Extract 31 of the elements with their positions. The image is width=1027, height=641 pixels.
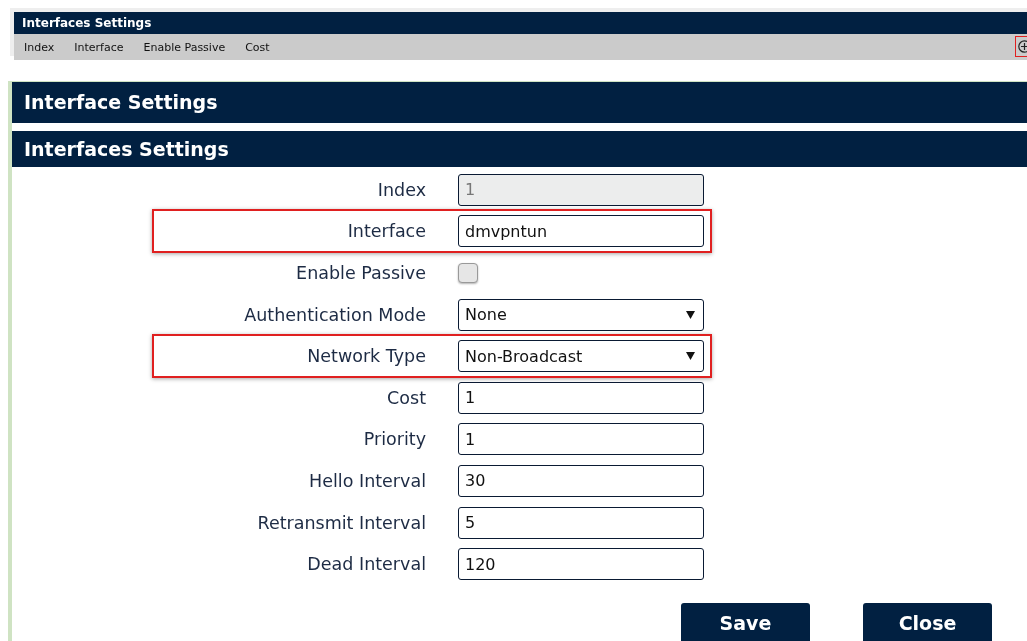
column-header: Interface [74,40,124,54]
input-field[interactable]: 120 [458,548,704,581]
dropdown[interactable]: Non-Broadcast [458,340,704,373]
input-field[interactable]: 5 [458,506,704,539]
field-label: Index [376,179,426,200]
field-label: Network Type [306,346,426,367]
column-header: Cost [245,40,270,54]
input-field[interactable]: dmvpntun [458,215,704,248]
field-label: Interface [346,221,426,242]
add-icon [1017,40,1027,53]
field-label: Authentication Mode [243,304,426,325]
dialog-button[interactable]: Save [681,602,810,641]
caret-icon [686,310,695,319]
field-label: Retransmit Interval [256,512,426,533]
input-field[interactable]: 30 [458,464,704,497]
dialog-button[interactable]: Close [863,602,992,641]
input-field[interactable]: 1 [458,381,704,414]
column-header: Index [24,40,55,54]
field-label: Dead Interval [306,554,426,575]
caret-icon [686,352,695,361]
section-header: Interfaces Settings [12,131,1027,167]
dropdown[interactable]: None [458,298,704,331]
field-label: Hello Interval [308,470,426,491]
dialog-title: Interface Settings [12,82,1027,123]
field-label: Enable Passive [295,263,426,283]
checkbox[interactable] [458,263,478,283]
field-label: Cost [386,387,426,408]
panel-header: Interfaces Settings [14,12,1027,34]
input-field[interactable]: 1 [458,423,704,456]
field-label: Priority [362,429,426,450]
column-header: Enable Passive [143,40,226,54]
